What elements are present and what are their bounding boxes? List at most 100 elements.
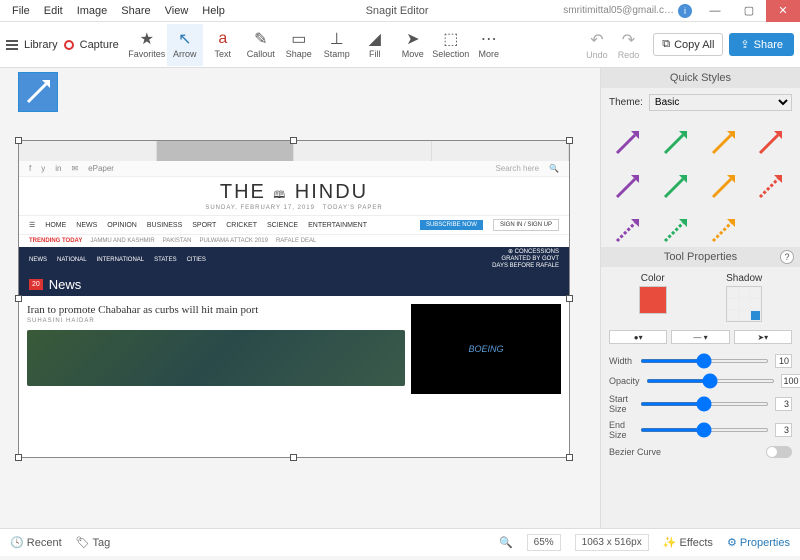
tool-fill[interactable]: ◢Fill	[357, 24, 393, 66]
resize-handle[interactable]	[15, 295, 22, 302]
move-icon: ➤	[406, 30, 419, 48]
dimensions[interactable]: 1063 x 516px	[575, 534, 649, 551]
start-size-slider[interactable]	[640, 402, 769, 406]
shadow-picker[interactable]	[726, 286, 762, 322]
undo-button[interactable]: ↶Undo	[586, 30, 608, 60]
article-image	[27, 330, 405, 386]
text-icon: a	[218, 30, 227, 48]
menu-help[interactable]: Help	[196, 3, 231, 19]
search-input: Search here	[495, 164, 539, 173]
info-icon[interactable]: i	[678, 4, 692, 18]
advertisement: BOEING	[411, 304, 561, 394]
start-size-value[interactable]: 3	[775, 397, 792, 411]
style-swatch[interactable]	[750, 123, 790, 163]
color-swatch[interactable]	[639, 286, 667, 314]
tool-shape[interactable]: ▭Shape	[281, 24, 317, 66]
tool-text[interactable]: aText	[205, 24, 241, 66]
zoom-level[interactable]: 65%	[527, 534, 561, 551]
date-badge: 20	[29, 279, 43, 290]
selection-frame[interactable]: fyin✉ePaper Search here🔍 THE 🕮 HINDU SUN…	[18, 140, 570, 458]
headline: Iran to promote Chabahar as curbs will h…	[27, 304, 405, 316]
copy-all-button[interactable]: ⧉Copy All	[653, 33, 723, 56]
title-bar: File Edit Image Share View Help Snagit E…	[0, 0, 800, 22]
theme-select[interactable]: Basic	[649, 94, 792, 111]
tool-selection[interactable]: ⬚Selection	[433, 24, 469, 66]
style-swatch[interactable]	[703, 123, 743, 163]
canvas-area[interactable]: fyin✉ePaper Search here🔍 THE 🕮 HINDU SUN…	[0, 68, 600, 528]
recent-button[interactable]: 🕓 Recent	[10, 536, 62, 549]
library-button[interactable]: Library	[24, 39, 58, 51]
resize-handle[interactable]	[566, 454, 573, 461]
tool-callout[interactable]: ✎Callout	[243, 24, 279, 66]
close-button[interactable]: ✕	[766, 0, 800, 22]
menu-view[interactable]: View	[159, 3, 195, 19]
tool-move[interactable]: ➤Move	[395, 24, 431, 66]
start-cap-select[interactable]: ●▾	[609, 330, 667, 344]
bezier-toggle[interactable]	[766, 446, 792, 458]
callout-icon: ✎	[254, 30, 267, 48]
style-swatch[interactable]	[703, 167, 743, 207]
effects-button[interactable]: ✨ Effects	[663, 536, 713, 549]
captured-page: fyin✉ePaper Search here🔍 THE 🕮 HINDU SUN…	[19, 141, 569, 457]
section-title: News	[49, 277, 82, 292]
zoom-icon[interactable]: 🔍	[499, 536, 513, 549]
menu-file[interactable]: File	[6, 3, 36, 19]
resize-handle[interactable]	[290, 137, 297, 144]
menu-share[interactable]: Share	[115, 3, 156, 19]
social-icon: ✉	[71, 164, 78, 173]
style-swatch[interactable]	[750, 167, 790, 207]
menu-bar: File Edit Image Share View Help	[0, 3, 231, 19]
style-swatch[interactable]	[655, 167, 695, 207]
style-swatch[interactable]	[607, 167, 647, 207]
menu-edit[interactable]: Edit	[38, 3, 69, 19]
account-label[interactable]: smritimittal05@gmail.c…	[563, 5, 674, 16]
resize-handle[interactable]	[15, 137, 22, 144]
width-slider[interactable]	[640, 359, 769, 363]
tag-button[interactable]: 🏷 Tag	[76, 536, 111, 549]
help-icon[interactable]: ?	[780, 250, 794, 264]
minimize-button[interactable]: —	[698, 0, 732, 22]
maximize-button[interactable]: ▢	[732, 0, 766, 22]
resize-handle[interactable]	[290, 454, 297, 461]
capture-button[interactable]: Capture	[80, 39, 119, 51]
style-grid	[601, 117, 800, 247]
style-swatch[interactable]	[607, 123, 647, 163]
width-value[interactable]: 10	[775, 354, 792, 368]
more-icon: ⋯	[481, 30, 497, 48]
end-cap-select[interactable]: ➤▾	[734, 330, 792, 344]
window-title: Snagit Editor	[231, 5, 563, 17]
tool-arrow[interactable]: ↖Arrow	[167, 24, 203, 66]
tool-more[interactable]: ⋯More	[471, 24, 507, 66]
redo-button[interactable]: ↷Redo	[618, 30, 640, 60]
stamp-icon: ⊥	[330, 30, 344, 48]
opacity-value[interactable]: 100	[781, 374, 800, 388]
undo-icon: ↶	[586, 30, 608, 50]
menu-image[interactable]: Image	[71, 3, 114, 19]
resize-handle[interactable]	[566, 295, 573, 302]
tool-stamp[interactable]: ⊥Stamp	[319, 24, 355, 66]
side-panel: Quick Styles Theme: Basic Tool Propertie…	[600, 68, 800, 528]
share-button[interactable]: ⇪Share	[729, 33, 794, 56]
resize-handle[interactable]	[15, 454, 22, 461]
tool-list: ★Favorites ↖Arrow aText ✎Callout ▭Shape …	[129, 24, 507, 66]
end-size-value[interactable]: 3	[775, 423, 792, 437]
tool-favorites[interactable]: ★Favorites	[129, 24, 165, 66]
theme-label: Theme:	[609, 97, 643, 108]
properties-button[interactable]: ⚙ Properties	[727, 536, 790, 549]
status-bar: 🕓 Recent 🏷 Tag 🔍 65% 1063 x 516px ✨ Effe…	[0, 528, 800, 556]
opacity-slider[interactable]	[646, 379, 775, 383]
window-controls: — ▢ ✕	[698, 0, 800, 22]
social-icon: in	[55, 164, 61, 173]
hamburger-icon[interactable]	[6, 40, 18, 50]
fill-icon: ◢	[369, 30, 381, 48]
style-swatch[interactable]	[607, 211, 647, 247]
author: SUHASINI HAIDAR	[27, 318, 405, 324]
quick-styles-header: Quick Styles	[601, 68, 800, 88]
style-swatch[interactable]	[655, 211, 695, 247]
style-swatch[interactable]	[655, 123, 695, 163]
line-style-select[interactable]: — ▾	[671, 330, 729, 344]
resize-handle[interactable]	[566, 137, 573, 144]
shape-icon: ▭	[291, 30, 306, 48]
end-size-slider[interactable]	[640, 428, 769, 432]
style-swatch[interactable]	[703, 211, 743, 247]
